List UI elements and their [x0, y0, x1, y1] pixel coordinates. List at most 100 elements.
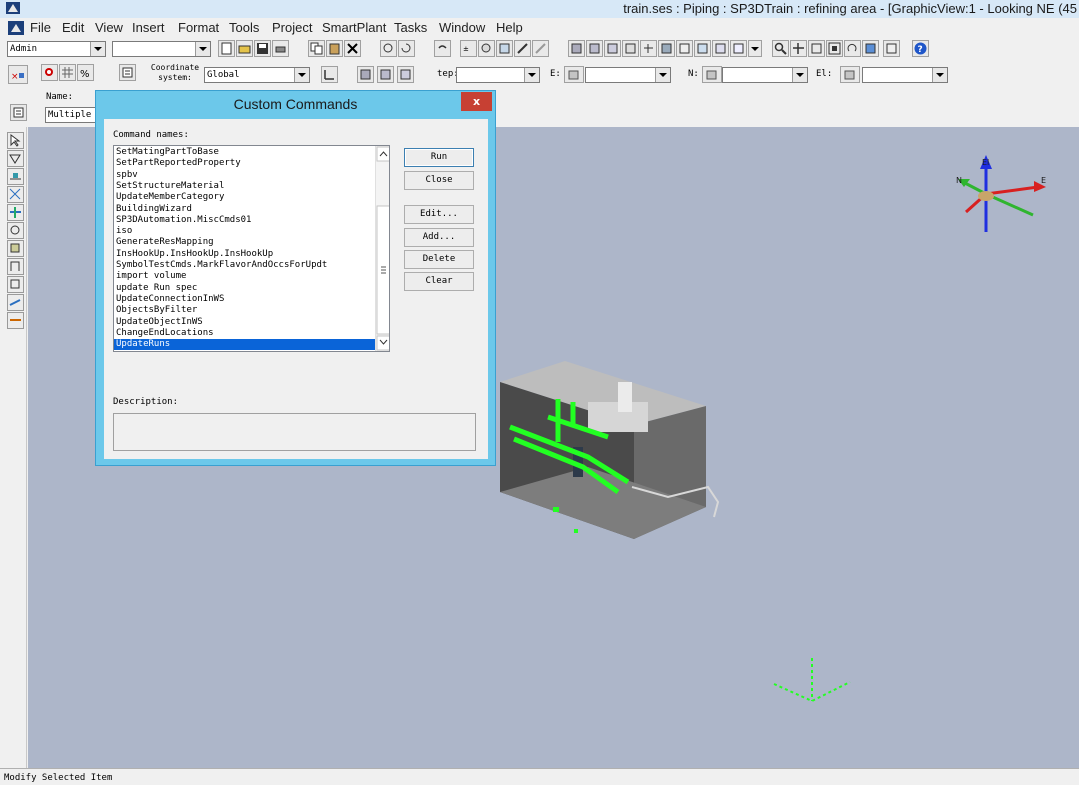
view-icon-i[interactable] — [712, 40, 729, 57]
view-icon-b[interactable] — [586, 40, 603, 57]
close-button[interactable]: Close — [404, 171, 474, 190]
elevation-dropdown[interactable] — [862, 67, 948, 83]
menu-window[interactable]: Window — [439, 20, 485, 36]
tool-icon-c[interactable] — [532, 40, 549, 57]
insert-instrument-icon[interactable] — [7, 222, 24, 239]
command-list-item[interactable]: UpdateRuns — [114, 339, 375, 351]
command-list-item[interactable]: UpdateObjectInWS — [116, 317, 203, 328]
filter-dropdown[interactable] — [112, 41, 211, 57]
undo-icon[interactable] — [434, 40, 451, 57]
menu-smartplant[interactable]: SmartPlant — [322, 20, 386, 36]
command-list-item[interactable]: ChangeEndLocations — [116, 328, 214, 339]
offset-icon-c[interactable] — [397, 66, 414, 83]
delete-button[interactable]: Delete — [404, 250, 474, 269]
rotate-icon[interactable] — [844, 40, 861, 57]
view-icon-j[interactable] — [730, 40, 747, 57]
view-icon-f[interactable] — [658, 40, 675, 57]
piping-tool-icon[interactable]: × — [8, 65, 28, 84]
grid-icon[interactable] — [59, 64, 76, 81]
insert-weld-icon[interactable] — [7, 312, 24, 329]
insert-spool-icon[interactable] — [7, 258, 24, 275]
copy-icon[interactable] — [308, 40, 325, 57]
menu-project[interactable]: Project — [272, 20, 312, 36]
print-icon[interactable] — [272, 40, 289, 57]
view-icon-a[interactable] — [568, 40, 585, 57]
pan-icon[interactable] — [790, 40, 807, 57]
elevation-lock-icon[interactable] — [840, 66, 860, 83]
view-icon-g[interactable] — [676, 40, 693, 57]
offset-icon-a[interactable] — [357, 66, 374, 83]
add-button[interactable]: Add... — [404, 228, 474, 247]
delete-icon[interactable] — [344, 40, 361, 57]
menu-tasks[interactable]: Tasks — [394, 20, 427, 36]
zoom-area-icon[interactable] — [808, 40, 825, 57]
close-icon[interactable]: x — [461, 92, 492, 111]
insert-support-icon[interactable] — [7, 240, 24, 257]
paste-icon[interactable] — [326, 40, 343, 57]
help-icon[interactable]: ? — [912, 40, 929, 57]
command-list-item[interactable]: UpdateMemberCategory — [116, 192, 224, 203]
menu-insert[interactable]: Insert — [132, 20, 165, 36]
insert-component-icon[interactable] — [7, 168, 24, 185]
open-icon[interactable] — [236, 40, 253, 57]
east-lock-icon[interactable] — [564, 66, 584, 83]
menu-help[interactable]: Help — [496, 20, 523, 36]
menu-format[interactable]: Format — [178, 20, 219, 36]
view-icon-e[interactable] — [640, 40, 657, 57]
description-field[interactable] — [113, 413, 476, 451]
north-lock-icon[interactable] — [702, 66, 722, 83]
step-dropdown[interactable] — [456, 67, 540, 83]
command-list-item[interactable]: BuildingWizard — [116, 204, 192, 215]
route-pipe-icon[interactable] — [7, 150, 24, 167]
document-menu-icon[interactable] — [8, 21, 24, 35]
select-arrow-icon[interactable] — [7, 132, 24, 149]
command-list-item[interactable]: GenerateResMapping — [116, 237, 214, 248]
clear-button[interactable]: Clear — [404, 272, 474, 291]
save-icon[interactable] — [254, 40, 271, 57]
command-list-item[interactable]: spbv — [116, 170, 138, 181]
properties-icon[interactable] — [119, 64, 136, 81]
fit-icon[interactable] — [826, 40, 843, 57]
command-list-item[interactable]: import volume — [116, 271, 186, 282]
tool-icon-a[interactable] — [496, 40, 513, 57]
edit-button[interactable]: Edit... — [404, 205, 474, 224]
chevron-down-icon[interactable] — [748, 40, 762, 57]
tool-icon-b[interactable] — [514, 40, 531, 57]
command-list[interactable]: SetMatingPartToBase SetPartReportedProper… — [113, 145, 390, 352]
refresh-icon[interactable] — [398, 40, 415, 57]
view-icon-c[interactable] — [604, 40, 621, 57]
new-icon[interactable] — [218, 40, 235, 57]
command-list-item[interactable]: update Run spec — [116, 283, 197, 294]
locate-icon[interactable] — [41, 64, 58, 81]
east-dropdown[interactable] — [585, 67, 671, 83]
view-icon-h[interactable] — [694, 40, 711, 57]
command-list-item[interactable]: iso — [116, 226, 132, 237]
select-icon[interactable] — [380, 40, 397, 57]
command-list-item[interactable]: SP3DAutomation.MiscCmds01 — [116, 215, 251, 226]
list-scrollbar[interactable] — [375, 146, 389, 351]
render-icon[interactable] — [883, 40, 900, 57]
measure-icon[interactable]: ± — [460, 40, 477, 57]
coordinate-system-dropdown[interactable]: Global — [204, 67, 310, 83]
zoom-tool-icon[interactable] — [478, 40, 495, 57]
permission-group-dropdown[interactable]: Admin — [7, 41, 106, 57]
command-list-item[interactable]: SetMatingPartToBase — [116, 147, 219, 158]
command-list-item[interactable]: InsHookUp.InsHookUp.InsHookUp — [116, 249, 273, 260]
run-button[interactable]: Run — [404, 148, 474, 167]
offset-icon-b[interactable] — [377, 66, 394, 83]
insert-split-icon[interactable] — [7, 204, 24, 221]
coordinate-pick-icon[interactable] — [321, 66, 338, 83]
command-list-item[interactable]: UpdateConnectionInWS — [116, 294, 224, 305]
menu-edit[interactable]: Edit — [62, 20, 84, 36]
menu-file[interactable]: File — [30, 20, 51, 36]
view-icon-d[interactable] — [622, 40, 639, 57]
common-views-icon[interactable] — [862, 40, 879, 57]
properties-dialog-icon[interactable] — [10, 104, 27, 121]
percent-icon[interactable]: % — [77, 64, 94, 81]
command-list-item[interactable]: ObjectsByFilter — [116, 305, 197, 316]
command-list-item[interactable]: SymbolTestCmds.MarkFlavorAndOccsForUpdt — [116, 260, 327, 271]
north-dropdown[interactable] — [722, 67, 808, 83]
menu-view[interactable]: View — [95, 20, 123, 36]
command-list-item[interactable]: SetPartReportedProperty — [116, 158, 241, 169]
command-list-item[interactable]: SetStructureMaterial — [116, 181, 224, 192]
